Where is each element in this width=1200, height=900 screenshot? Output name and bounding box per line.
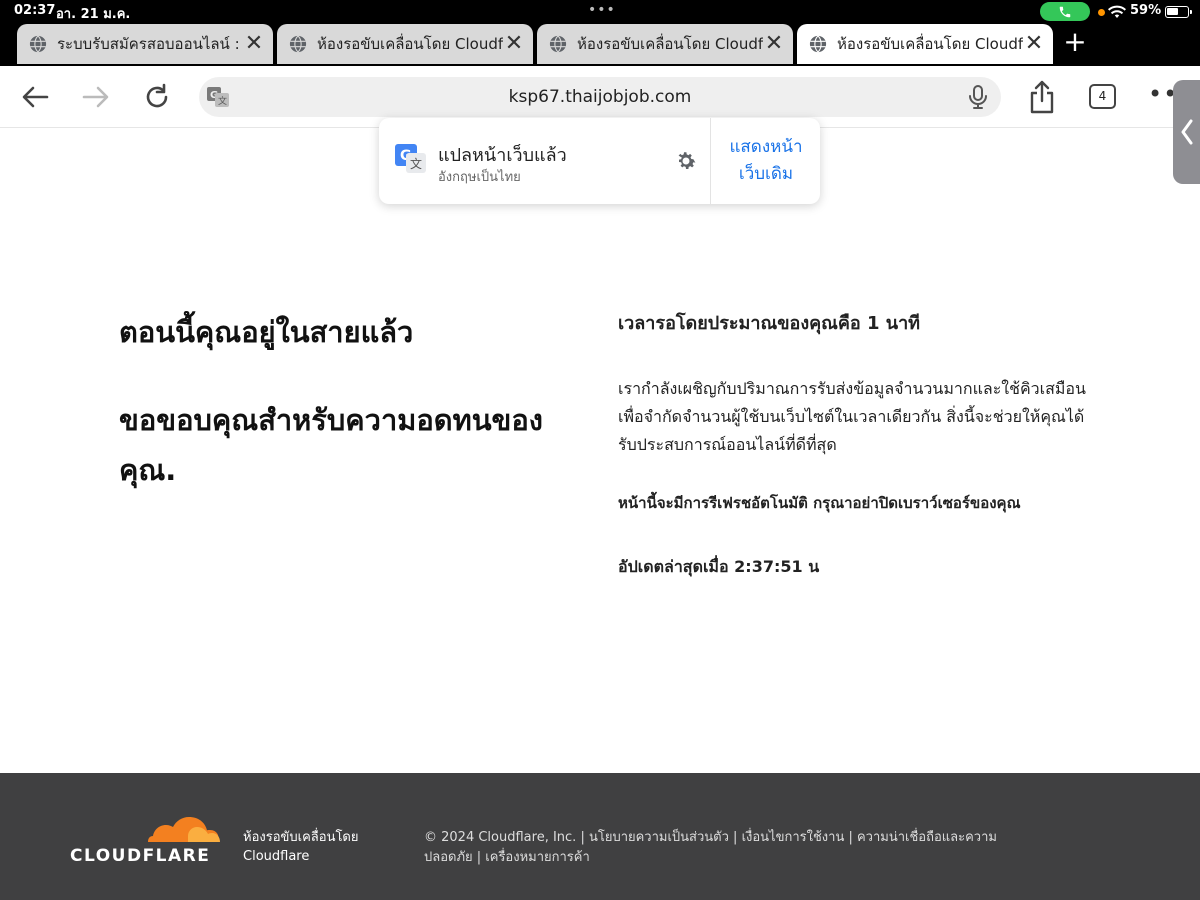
globe-icon [289, 35, 307, 53]
address-bar[interactable]: G文 ksp67.thaijobjob.com [199, 77, 1001, 117]
gear-icon[interactable] [674, 149, 698, 173]
queue-heading: ตอนนี้คุณอยู่ในสายแล้ว [119, 315, 414, 349]
translate-popup: G文 แปลหน้าเว็บแล้ว อังกฤษเป็นไทย แสดงหน้… [379, 118, 820, 204]
powered-by: ห้องรอขับเคลื่อนโดย Cloudflare [243, 828, 359, 866]
browser-tab[interactable]: ห้องรอขับเคลื่อนโดย Cloudf ✕ [537, 24, 793, 64]
call-indicator[interactable] [1040, 2, 1090, 21]
tab-title: ระบบรับสมัครสอบออนไลน์ : [57, 35, 240, 53]
battery-icon [1165, 6, 1192, 18]
globe-icon [809, 35, 827, 53]
estimated-wait-time: เวลารอโดยประมาณของคุณคือ 1 นาที [618, 313, 921, 334]
queue-explanation: เรากำลังเผชิญกับปริมาณการรับส่งข้อมูลจำน… [618, 379, 1086, 454]
status-time: 02:37 [14, 3, 56, 18]
url-text: ksp67.thaijobjob.com [508, 87, 692, 107]
tab-switcher-button[interactable]: 4 [1089, 84, 1116, 109]
reload-icon[interactable] [140, 80, 174, 114]
tab-title: ห้องรอขับเคลื่อนโดย Cloudf [577, 35, 763, 53]
microphone-icon[interactable] [967, 85, 989, 109]
thanks-heading: ขอขอบคุณสำหรับความอดทนของคุณ. [119, 403, 543, 487]
divider [710, 118, 711, 204]
google-translate-icon: G文 [395, 144, 426, 173]
auto-refresh-note: หน้านี้จะมีการรีเฟรชอัตโนมัติ กรุณาอย่าป… [618, 494, 1021, 512]
forward-icon[interactable] [79, 80, 113, 114]
share-icon[interactable] [1028, 80, 1056, 114]
privacy-indicator-dot [1098, 9, 1105, 16]
close-tab-icon[interactable]: ✕ [243, 33, 265, 55]
close-tab-icon[interactable]: ✕ [763, 33, 785, 55]
tab-bar: ระบบรับสมัครสอบออนไลน์ : ✕ ห้องรอขับเคลื… [0, 24, 1200, 66]
globe-icon [29, 35, 47, 53]
tab-title: ห้องรอขับเคลื่อนโดย Cloudf [837, 35, 1023, 53]
status-date: อา. 21 ม.ค. [56, 7, 131, 22]
phone-icon [1059, 6, 1071, 17]
new-tab-icon[interactable]: + [1062, 28, 1088, 58]
close-tab-icon[interactable]: ✕ [1023, 33, 1045, 55]
browser-tab-active[interactable]: ห้องรอขับเคลื่อนโดย Cloudf ✕ [797, 24, 1053, 64]
close-tab-icon[interactable]: ✕ [503, 33, 525, 55]
translate-title: แปลหน้าเว็บแล้ว [438, 145, 567, 166]
slide-over-handle-icon[interactable] [1173, 80, 1200, 184]
powered-by-line1: ห้องรอขับเคลื่อนโดย [243, 830, 359, 845]
wifi-icon [1108, 4, 1126, 23]
back-icon[interactable] [18, 80, 52, 114]
footer: CLOUDFLARE ห้องรอขับเคลื่อนโดย Cloudflar… [0, 773, 1200, 900]
globe-icon [549, 35, 567, 53]
battery-percent: 59% [1130, 3, 1162, 18]
powered-by-line2: Cloudflare [243, 849, 310, 864]
multitask-dots-icon[interactable]: ••• [588, 2, 616, 18]
cloudflare-wordmark: CLOUDFLARE [70, 846, 211, 866]
footer-links[interactable]: © 2024 Cloudflare, Inc. | นโยบายความเป็น… [424, 828, 1044, 868]
browser-tab[interactable]: ห้องรอขับเคลื่อนโดย Cloudf ✕ [277, 24, 533, 64]
translate-language-pair: อังกฤษเป็นไทย [438, 170, 521, 185]
tab-title: ห้องรอขับเคลื่อนโดย Cloudf [317, 35, 503, 53]
svg-text:文: 文 [410, 156, 422, 171]
status-bar: 02:37 อา. 21 ม.ค. ••• 59% [0, 0, 1200, 24]
show-original-button[interactable]: แสดงหน้าเว็บเดิม [718, 134, 814, 188]
last-updated: อัปเดตล่าสุดเมื่อ 2:37:51 น [618, 557, 820, 576]
browser-tab[interactable]: ระบบรับสมัครสอบออนไลน์ : ✕ [17, 24, 273, 64]
